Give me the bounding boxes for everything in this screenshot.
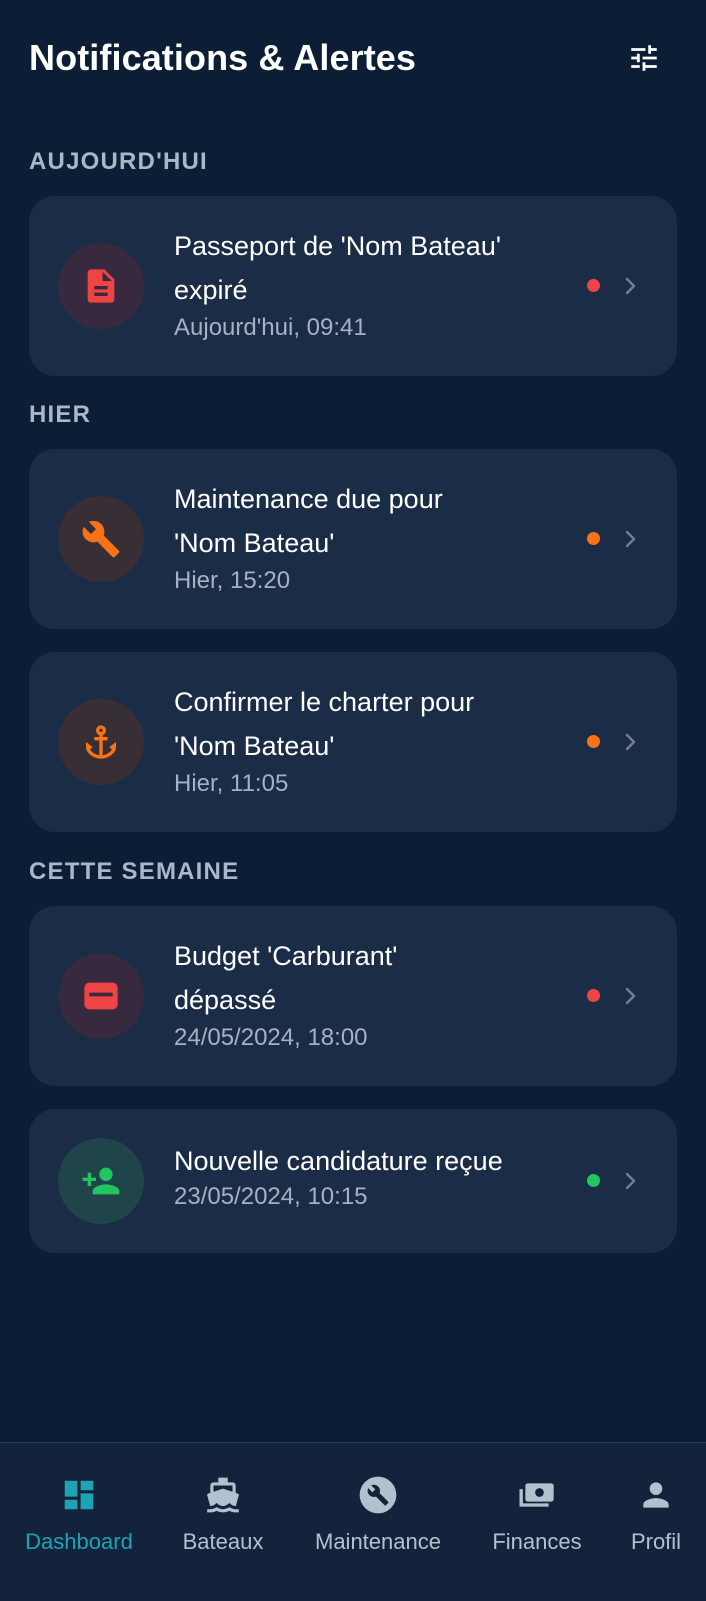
- chevron-right-icon: [625, 733, 636, 751]
- boat-icon: [201, 1473, 245, 1517]
- notification-title-line: 'Nom Bateau': [174, 528, 335, 558]
- notification-time: 23/05/2024, 10:15: [174, 1183, 368, 1210]
- unread-dot: [587, 532, 600, 545]
- nav-item-bateaux[interactable]: Bateaux: [173, 1443, 273, 1601]
- chevron-right-icon: [625, 530, 636, 548]
- nav-item-finances[interactable]: Finances: [482, 1443, 592, 1601]
- nav-item-maintenance[interactable]: Maintenance: [306, 1443, 450, 1601]
- nav-label: Bateaux: [182, 1529, 264, 1554]
- wallet-icon: [84, 982, 118, 1010]
- nav-label: Maintenance: [315, 1529, 441, 1554]
- notification-title-line: expiré: [174, 275, 248, 305]
- notification-title-line: Maintenance due pour: [174, 484, 443, 514]
- notification-card[interactable]: Budget 'Carburant' dépassé 24/05/2024, 1…: [29, 906, 677, 1086]
- notification-time: 24/05/2024, 18:00: [174, 1024, 368, 1051]
- notification-card[interactable]: Passeport de 'Nom Bateau' expiré Aujourd…: [29, 196, 677, 376]
- notification-text: Nouvelle candidature reçue 23/05/2024, 1…: [174, 1141, 574, 1213]
- section-label-this-week: CETTE SEMAINE: [29, 858, 240, 885]
- nav-item-dashboard[interactable]: Dashboard: [19, 1443, 139, 1601]
- person-add-icon: [82, 1167, 120, 1195]
- notification-title-line: 'Nom Bateau': [174, 731, 335, 761]
- unread-dot: [587, 989, 600, 1002]
- nav-label: Finances: [492, 1529, 582, 1554]
- notification-title-line: dépassé: [174, 985, 277, 1015]
- notification-title-line: Budget 'Carburant': [174, 941, 398, 971]
- maintenance-icon: [356, 1473, 400, 1517]
- chevron-right-icon: [625, 987, 636, 1005]
- page-title: Notifications & Alertes: [29, 37, 417, 78]
- person-icon: [634, 1473, 678, 1517]
- nav-label: Profil: [630, 1529, 682, 1554]
- dashboard-icon: [57, 1473, 101, 1517]
- notification-text: Passeport de 'Nom Bateau' expiré Aujourd…: [174, 224, 564, 344]
- notification-text: Confirmer le charter pour 'Nom Bateau' H…: [174, 680, 564, 800]
- notification-card[interactable]: Nouvelle candidature reçue 23/05/2024, 1…: [29, 1109, 677, 1253]
- section-label-yesterday: HIER: [29, 401, 92, 428]
- notification-icon-wrap: [58, 496, 144, 582]
- unread-dot: [587, 735, 600, 748]
- notification-time: Hier, 11:05: [174, 770, 289, 797]
- notification-card[interactable]: Maintenance due pour 'Nom Bateau' Hier, …: [29, 449, 677, 629]
- notification-icon-wrap: [58, 1138, 144, 1224]
- notification-time: Aujourd'hui, 09:41: [174, 314, 367, 341]
- notification-title-line: Passeport de 'Nom Bateau': [174, 231, 501, 261]
- nav-item-profil[interactable]: Profil: [616, 1443, 696, 1601]
- document-icon: [87, 269, 115, 303]
- anchor-icon: [86, 725, 116, 759]
- wrench-icon: [82, 520, 120, 558]
- bottom-nav: Dashboard Bateaux Maintenance Finances P…: [0, 1442, 706, 1601]
- filter-button[interactable]: [622, 36, 666, 80]
- section-label-today: AUJOURD'HUI: [29, 148, 208, 175]
- header: Notifications & Alertes: [29, 30, 666, 86]
- unread-dot: [587, 279, 600, 292]
- notification-text: Budget 'Carburant' dépassé 24/05/2024, 1…: [174, 934, 564, 1054]
- nav-label: Dashboard: [25, 1529, 133, 1554]
- chevron-right-icon: [625, 277, 636, 295]
- notification-icon-wrap: [58, 699, 144, 785]
- sliders-icon: [631, 45, 657, 71]
- notification-icon-wrap: [58, 953, 144, 1039]
- unread-dot: [587, 1174, 600, 1187]
- money-icon: [515, 1473, 559, 1517]
- notification-card[interactable]: Confirmer le charter pour 'Nom Bateau' H…: [29, 652, 677, 832]
- notification-title-line: Nouvelle candidature reçue: [174, 1146, 503, 1176]
- notification-icon-wrap: [58, 243, 144, 329]
- notification-text: Maintenance due pour 'Nom Bateau' Hier, …: [174, 477, 564, 597]
- notification-title-line: Confirmer le charter pour: [174, 687, 475, 717]
- notification-time: Hier, 15:20: [174, 567, 291, 594]
- chevron-right-icon: [625, 1172, 636, 1190]
